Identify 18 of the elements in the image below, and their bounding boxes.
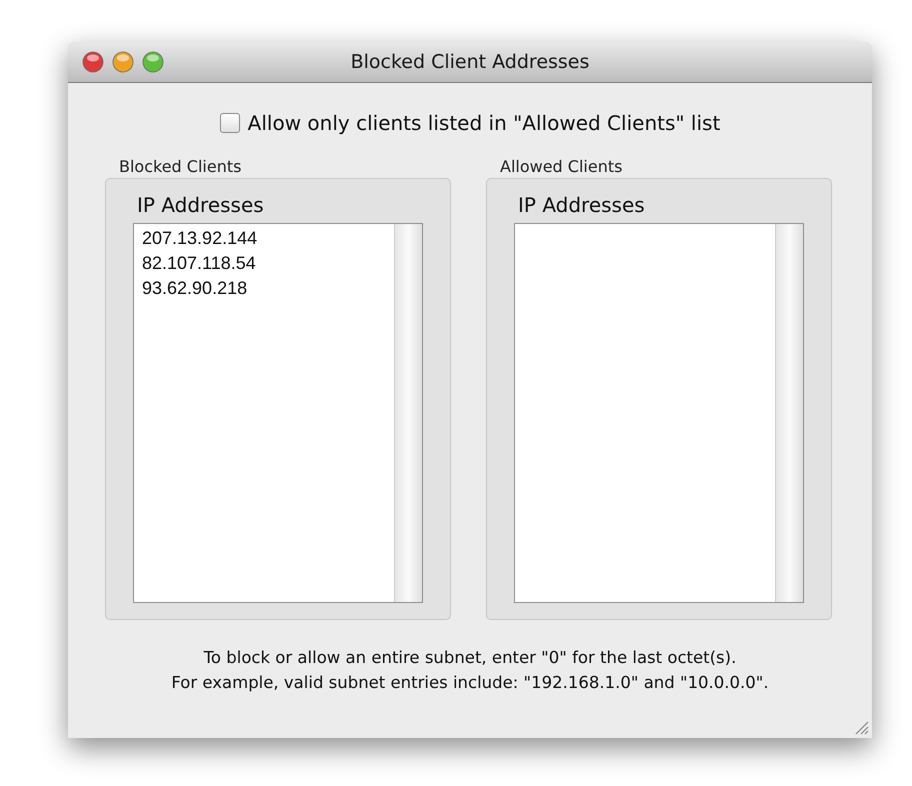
scrollbar[interactable] [775, 224, 803, 602]
checkbox[interactable] [220, 113, 240, 133]
group-label: Allowed Clients [500, 157, 624, 176]
address-list[interactable]: 207.13.92.144 82.107.118.54 93.62.90.218 [133, 223, 423, 603]
zoom-button[interactable] [142, 51, 164, 73]
list-item[interactable]: 82.107.118.54 [142, 251, 256, 276]
list-item[interactable]: 207.13.92.144 [142, 226, 258, 251]
hint-text: For example, valid subnet entries include: "192.168.1.0" and "10.0.0.0". [171, 673, 769, 692]
close-button[interactable] [82, 51, 104, 73]
checkbox-label[interactable]: Allow only clients listed in "Allowed Clients" list [248, 111, 720, 135]
hint-text: To block or allow an entire subnet, enter "0" for the last octet(s). [204, 648, 736, 667]
group-label: Blocked Clients [119, 157, 242, 176]
minimize-button[interactable] [112, 51, 134, 73]
scrollbar[interactable] [394, 224, 422, 602]
column-header[interactable]: IP Addresses [137, 193, 423, 217]
window-title: Blocked Client Addresses [350, 51, 590, 73]
column-header[interactable]: IP Addresses [518, 193, 804, 217]
list-item[interactable]: 93.62.90.218 [142, 276, 248, 301]
